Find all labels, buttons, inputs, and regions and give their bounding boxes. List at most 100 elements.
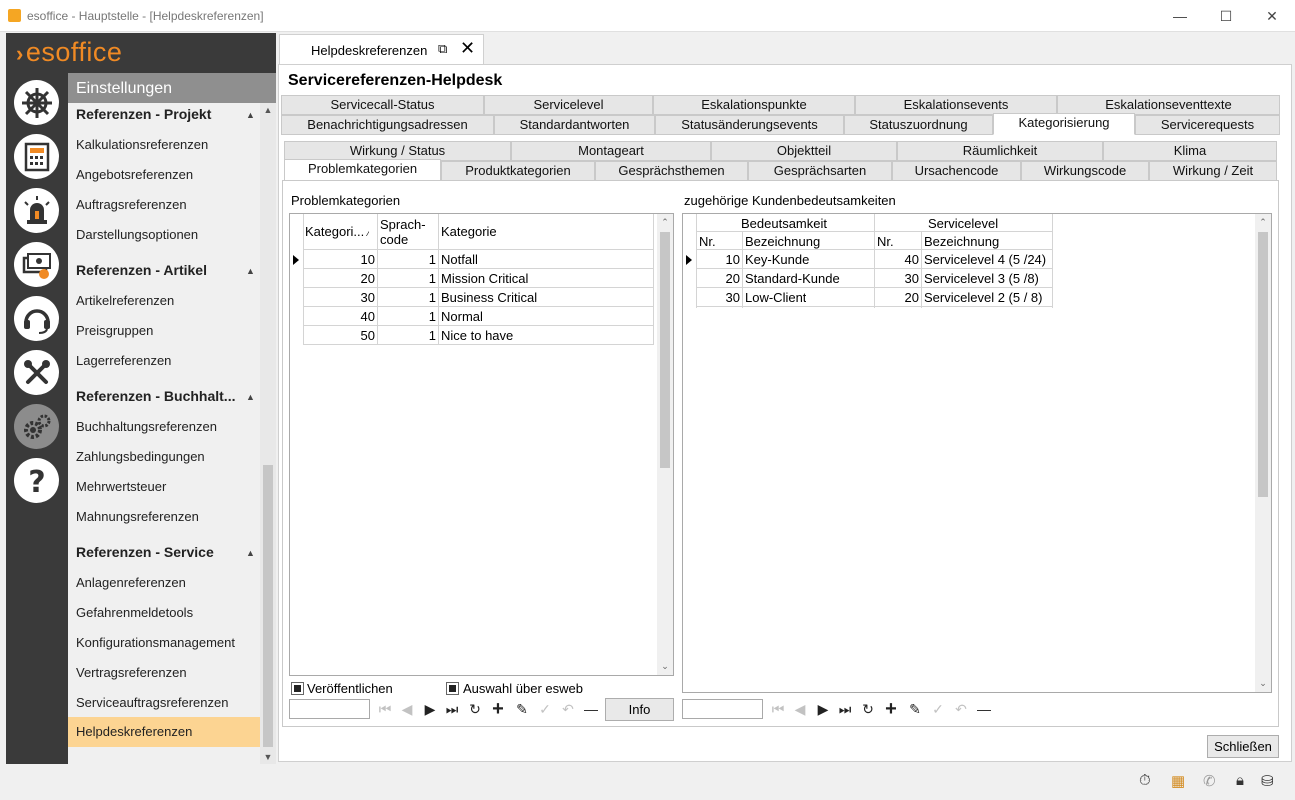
kundenbedeutsamkeiten-grid[interactable]: Bedeutsamkeit Servicelevel Nr. Bezeichnu… <box>682 213 1272 693</box>
scroll-up-icon[interactable]: ⌃ <box>1255 217 1271 228</box>
next-record-button[interactable]: ▶ <box>812 699 834 719</box>
tab-servicelevel[interactable]: Servicelevel <box>484 95 653 115</box>
edit-record-button[interactable]: ✎ <box>904 699 926 719</box>
subtab-problemkategorien[interactable]: Problemkategorien <box>284 159 441 181</box>
post-record-button[interactable]: ✓ <box>927 699 949 719</box>
settings-item[interactable]: Angebotsreferenzen <box>76 167 193 182</box>
cell-sl-bezeichnung[interactable]: Servicelevel 3 (5 /8) <box>924 271 1039 286</box>
subtab-gespraechsthemen[interactable]: Gesprächsthemen <box>595 161 748 181</box>
prev-record-button[interactable]: ◀ <box>789 699 811 719</box>
delete-record-button[interactable]: — <box>973 699 995 719</box>
scroll-up-icon[interactable]: ▲ <box>260 105 276 115</box>
tools-icon[interactable] <box>14 350 59 395</box>
minimize-button[interactable]: — <box>1157 0 1203 32</box>
cell-bezeichnung[interactable]: Low-Client <box>745 290 806 305</box>
subtab-wirkung-zeit[interactable]: Wirkung / Zeit <box>1149 161 1277 181</box>
tab-servicerequests[interactable]: Servicerequests <box>1135 115 1280 135</box>
refresh-button[interactable]: ↻ <box>857 699 879 719</box>
document-tab[interactable]: Helpdeskreferenzen ⧉ ✕ <box>279 34 484 64</box>
column-header-bezeichnung[interactable]: Bezeichnung <box>745 234 820 249</box>
settings-item[interactable]: Darstellungsoptionen <box>76 227 198 242</box>
subtab-montageart[interactable]: Montageart <box>511 141 711 161</box>
left-record-field[interactable] <box>289 699 370 719</box>
close-button[interactable]: Schließen <box>1207 735 1279 758</box>
collapse-caret-icon[interactable]: ▲ <box>246 110 255 120</box>
cell-kat[interactable]: 10 <box>305 252 375 267</box>
problemkategorien-grid[interactable]: Kategori... ⁄ Sprach- code Kategorie 10 … <box>289 213 674 676</box>
section-header-artikel[interactable]: Referenzen - Artikel ▲ <box>76 262 255 278</box>
cell-kat[interactable]: 30 <box>305 290 375 305</box>
last-record-button[interactable]: ⏭ <box>441 699 463 719</box>
headset-icon[interactable] <box>14 296 59 341</box>
cell-kategorie[interactable]: Notfall <box>441 252 478 267</box>
scroll-thumb[interactable] <box>263 465 273 747</box>
cell-sprach[interactable]: 1 <box>379 271 436 286</box>
cell-kategorie[interactable]: Mission Critical <box>441 271 528 286</box>
cell-bezeichnung[interactable]: Standard-Kunde <box>745 271 840 286</box>
settings-item[interactable]: Mehrwertsteuer <box>76 479 166 494</box>
column-header-sl-nr[interactable]: Nr. <box>877 234 894 249</box>
cell-sprach[interactable]: 1 <box>379 328 436 343</box>
settings-item[interactable]: Zahlungsbedingungen <box>76 449 205 464</box>
cell-nr[interactable]: 20 <box>698 271 740 286</box>
phone-icon[interactable]: ✆ <box>1203 772 1216 790</box>
settings-item[interactable]: Vertragsreferenzen <box>76 665 187 680</box>
subtab-gespraechsarten[interactable]: Gesprächsarten <box>748 161 892 181</box>
stopwatch-icon[interactable]: ⏱ <box>1139 772 1151 789</box>
info-button[interactable]: Info <box>605 698 674 721</box>
cell-sl-nr[interactable]: 20 <box>876 290 919 305</box>
settings-item[interactable]: Artikelreferenzen <box>76 293 174 308</box>
post-record-button[interactable]: ✓ <box>534 699 556 719</box>
settings-item[interactable]: Anlagenreferenzen <box>76 575 186 590</box>
subtab-wirkungscode[interactable]: Wirkungscode <box>1021 161 1149 181</box>
cell-bezeichnung[interactable]: Key-Kunde <box>745 252 809 267</box>
subtab-wirkung-status[interactable]: Wirkung / Status <box>284 141 511 161</box>
column-header-kategorie-nr[interactable]: Kategori... ⁄ <box>305 224 369 239</box>
add-record-button[interactable]: + <box>880 698 902 720</box>
cell-kategorie[interactable]: Normal <box>441 309 483 324</box>
tab-eskalationspunkte[interactable]: Eskalationspunkte <box>653 95 855 115</box>
helm-icon[interactable] <box>14 80 59 125</box>
cancel-edit-button[interactable]: ↶ <box>557 699 579 719</box>
right-record-field[interactable] <box>682 699 763 719</box>
settings-item[interactable]: Konfigurationsmanagement <box>76 635 235 650</box>
scroll-down-icon[interactable]: ⌄ <box>1255 678 1271 689</box>
scroll-thumb[interactable] <box>660 232 670 468</box>
last-record-button[interactable]: ⏭ <box>834 699 856 719</box>
settings-item[interactable]: Gefahrenmeldetools <box>76 605 193 620</box>
cell-sl-nr[interactable]: 40 <box>876 252 919 267</box>
edit-record-button[interactable]: ✎ <box>511 699 533 719</box>
settings-item[interactable]: Lagerreferenzen <box>76 353 171 368</box>
veroeffentlichen-checkbox[interactable] <box>291 682 304 695</box>
collapse-caret-icon[interactable]: ▲ <box>246 266 255 276</box>
tab-benachrichtigungsadressen[interactable]: Benachrichtigungsadressen <box>281 115 494 135</box>
settings-item[interactable]: Serviceauftragsreferenzen <box>76 695 228 710</box>
settings-item[interactable]: Buchhaltungsreferenzen <box>76 419 217 434</box>
next-record-button[interactable]: ▶ <box>419 699 441 719</box>
scroll-down-icon[interactable]: ▼ <box>260 752 276 762</box>
add-record-button[interactable]: + <box>487 698 509 720</box>
cell-sprach[interactable]: 1 <box>379 252 436 267</box>
settings-item-active[interactable]: Helpdeskreferenzen <box>68 717 260 747</box>
tab-statusaenderungsevents[interactable]: Statusänderungsevents <box>655 115 844 135</box>
column-header-kategorie[interactable]: Kategorie <box>441 224 497 239</box>
close-window-button[interactable]: ✕ <box>1249 0 1295 32</box>
collapse-caret-icon[interactable]: ▲ <box>246 392 255 402</box>
cell-kategorie[interactable]: Business Critical <box>441 290 537 305</box>
tab-kategorisierung[interactable]: Kategorisierung <box>993 113 1135 135</box>
section-header-projekt[interactable]: Referenzen - Projekt ▲ <box>76 106 255 122</box>
tab-servicecall-status[interactable]: Servicecall-Status <box>281 95 484 115</box>
settings-scrollbar[interactable]: ▲ ▼ <box>260 103 276 764</box>
database-icon[interactable]: ⛁ <box>1261 772 1274 790</box>
settings-item[interactable]: Preisgruppen <box>76 323 153 338</box>
scroll-up-icon[interactable]: ⌃ <box>657 217 673 228</box>
cell-kat[interactable]: 40 <box>305 309 375 324</box>
calculator-icon[interactable] <box>14 134 59 179</box>
column-header-sl-bezeichnung[interactable]: Bezeichnung <box>924 234 999 249</box>
section-header-buchhaltung[interactable]: Referenzen - Buchhalt... ▲ <box>76 388 255 404</box>
cell-sl-bezeichnung[interactable]: Servicelevel 2 (5 / 8) <box>924 290 1043 305</box>
building-icon[interactable]: ▦ <box>1171 772 1185 790</box>
close-tab-icon[interactable]: ✕ <box>460 38 475 59</box>
external-link-icon[interactable]: ⧉ <box>438 41 447 57</box>
cell-sprach[interactable]: 1 <box>379 309 436 324</box>
